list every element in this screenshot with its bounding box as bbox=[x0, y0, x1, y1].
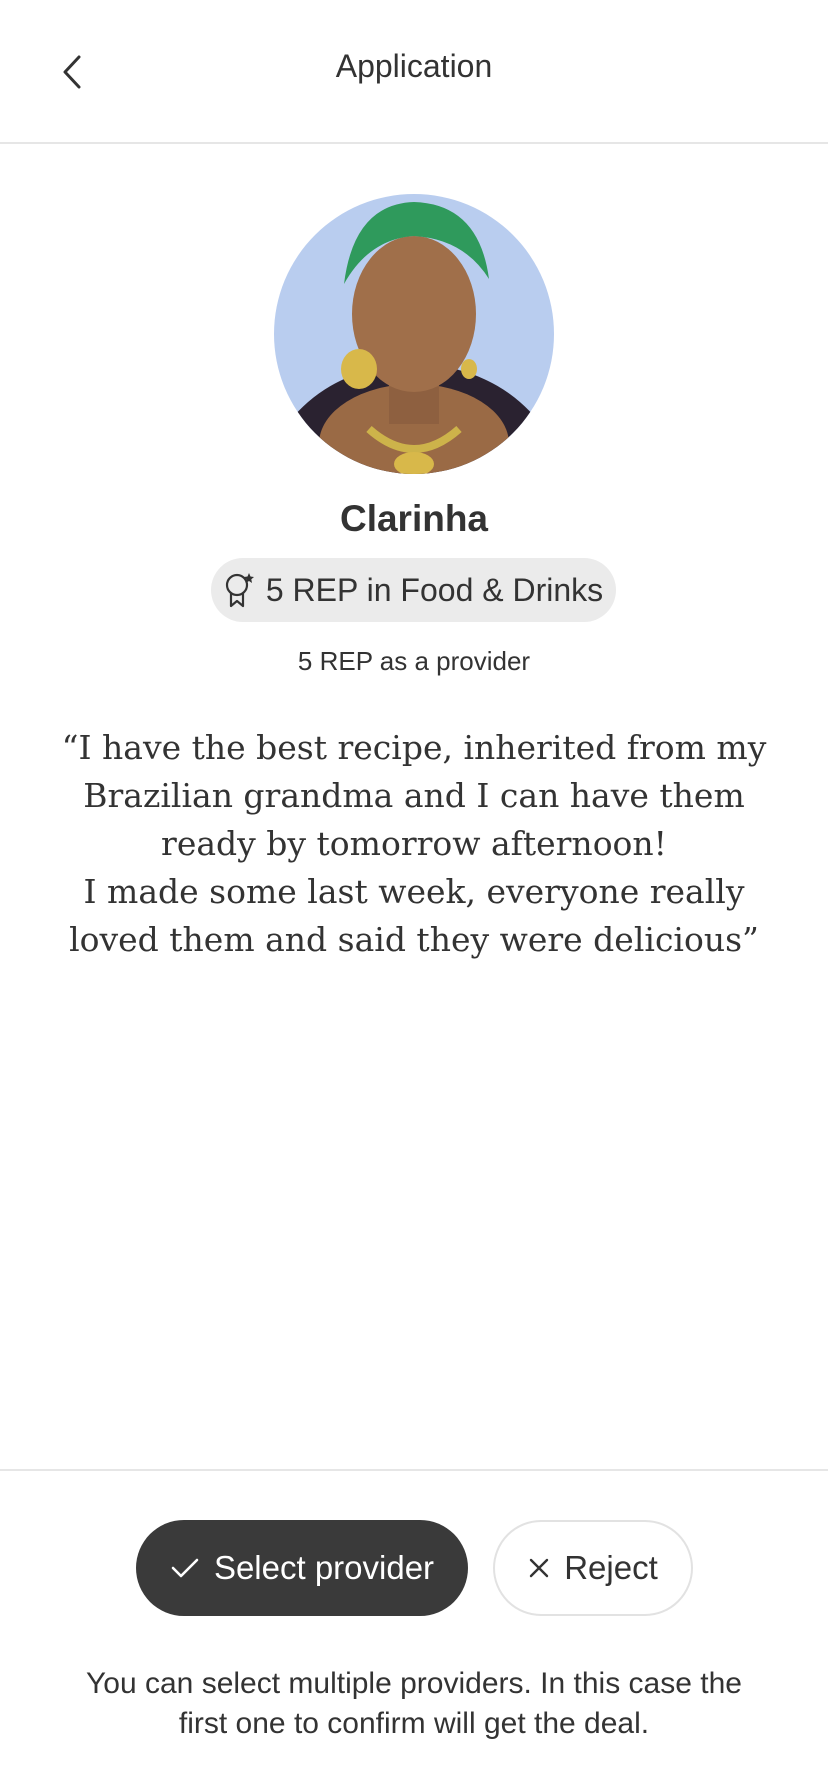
rep-category-badge: 5 REP in Food & Drinks bbox=[211, 558, 616, 622]
application-screen: Application Clarinha 5 REP in Food & Dri… bbox=[0, 0, 828, 1792]
quote-line: Brazilian grandma and I can have them bbox=[83, 776, 745, 815]
avatar bbox=[274, 194, 554, 474]
reject-button[interactable]: Reject bbox=[493, 1520, 693, 1616]
quote-line: I made some last week, everyone really bbox=[83, 872, 745, 911]
quote-line: loved them and said they were delicious” bbox=[69, 920, 759, 959]
divider bbox=[0, 1469, 828, 1471]
avatar-image bbox=[274, 194, 554, 474]
footer-note: You can select multiple providers. In th… bbox=[30, 1664, 798, 1744]
quote-line: “I have the best recipe, inherited from … bbox=[61, 728, 767, 767]
footer-note-line: You can select multiple providers. In th… bbox=[86, 1667, 742, 1700]
application-quote: “I have the best recipe, inherited from … bbox=[50, 724, 778, 964]
quote-line: ready by tomorrow afternoon! bbox=[161, 824, 667, 863]
footer-note-line: first one to confirm will get the deal. bbox=[178, 1707, 650, 1740]
reject-label: Reject bbox=[564, 1549, 658, 1586]
rep-category-text: 5 REP in Food & Drinks bbox=[265, 571, 604, 608]
check-icon bbox=[171, 1558, 199, 1578]
top-bar: Application bbox=[0, 0, 828, 144]
provider-name: Clarinha bbox=[339, 498, 489, 539]
close-icon bbox=[530, 1558, 549, 1578]
page-title: Application bbox=[335, 48, 493, 84]
rep-provider-text: 5 REP as a provider bbox=[297, 646, 531, 676]
award-star-icon bbox=[225, 573, 254, 608]
select-provider-button[interactable]: Select provider bbox=[136, 1520, 468, 1616]
select-provider-label: Select provider bbox=[213, 1549, 435, 1586]
